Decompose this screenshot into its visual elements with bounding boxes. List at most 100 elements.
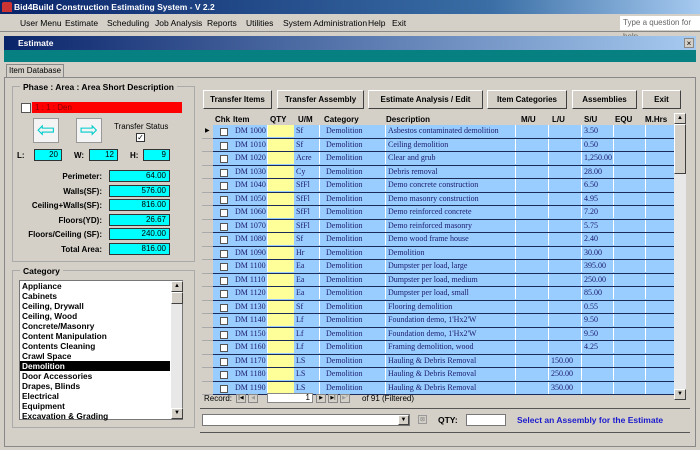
category-list[interactable]: Appliance Cabinets Ceiling, Drywall Ceiling… bbox=[19, 280, 183, 421]
table-row[interactable]: DM 1070 SfFl Demolition Demo reinforced mas… bbox=[213, 219, 675, 233]
table-row[interactable]: DM 1100 Ea Demolition Dumpster per load, la… bbox=[213, 260, 675, 274]
row-checkbox[interactable] bbox=[220, 317, 228, 325]
table-row[interactable]: DM 1150 Lf Demolition Foundation demo, 1'Hx… bbox=[213, 327, 675, 341]
scroll-thumb[interactable] bbox=[674, 124, 686, 174]
row-selector[interactable] bbox=[202, 179, 213, 193]
row-selector[interactable] bbox=[202, 246, 213, 260]
row-selector[interactable]: ▶ bbox=[202, 125, 213, 139]
table-row[interactable]: DM 1020 Acre Demolition Clear and grub 1,250… bbox=[213, 152, 675, 166]
assembly-select[interactable]: ▼ bbox=[202, 414, 410, 426]
table-row[interactable]: DM 1160 Lf Demolition Framing demolition, w… bbox=[213, 341, 675, 355]
transfer-assembly-button[interactable]: Transfer Assembly bbox=[277, 90, 364, 109]
menu-estimate[interactable]: Estimate bbox=[65, 18, 98, 28]
category-item[interactable]: Ceiling, Wood bbox=[20, 311, 170, 321]
chevron-down-icon[interactable]: ▼ bbox=[398, 415, 409, 425]
row-selector[interactable] bbox=[202, 273, 213, 287]
qty-input[interactable] bbox=[268, 341, 294, 353]
category-scrollbar[interactable]: ▲ ▼ bbox=[171, 281, 183, 419]
column-header[interactable]: S/U bbox=[584, 115, 597, 124]
row-checkbox[interactable] bbox=[220, 263, 228, 271]
grid-scrollbar[interactable]: ▲ ▼ bbox=[674, 113, 686, 400]
row-checkbox[interactable] bbox=[220, 168, 228, 177]
row-checkbox[interactable] bbox=[220, 195, 228, 204]
row-checkbox[interactable] bbox=[220, 384, 228, 393]
last-record-button[interactable]: ▶| bbox=[328, 394, 338, 403]
table-row[interactable]: DM 1170 LS Demolition Hauling & Debris Remo… bbox=[213, 354, 675, 368]
row-checkbox[interactable] bbox=[220, 276, 228, 285]
category-item[interactable]: Ceiling, Drywall bbox=[20, 301, 170, 311]
qty-input[interactable] bbox=[268, 152, 294, 164]
row-checkbox[interactable] bbox=[220, 155, 228, 163]
new-record-button[interactable]: ▶* bbox=[340, 394, 350, 403]
table-row[interactable]: DM 1050 SfFl Demolition Demo masonry constr… bbox=[213, 192, 675, 206]
previous-arrow-icon[interactable]: ⇦ bbox=[33, 118, 59, 143]
category-item[interactable]: Concrete/Masonry bbox=[20, 321, 170, 331]
first-record-button[interactable]: |◀ bbox=[236, 394, 246, 403]
row-checkbox[interactable] bbox=[220, 303, 228, 312]
category-item[interactable]: Equipment bbox=[20, 401, 170, 411]
category-item[interactable]: Excavation & Grading bbox=[20, 411, 170, 421]
previous-record-button[interactable]: ◀ bbox=[248, 394, 258, 403]
help-question-input[interactable]: Type a question for help bbox=[620, 16, 700, 41]
menu-utilities[interactable]: Utilities bbox=[246, 18, 273, 28]
column-header[interactable]: EQU bbox=[615, 115, 632, 124]
row-checkbox[interactable] bbox=[220, 357, 228, 366]
close-icon[interactable]: × bbox=[684, 38, 694, 48]
table-row[interactable]: DM 1000 Sf Demolition Asbestos contaminated… bbox=[213, 125, 675, 139]
row-checkbox[interactable] bbox=[220, 344, 228, 352]
category-item[interactable]: Cabinets bbox=[20, 291, 170, 301]
width-field[interactable]: 12 bbox=[89, 149, 118, 161]
qty-input[interactable] bbox=[268, 165, 294, 178]
table-row[interactable]: DM 1140 Lf Demolition Foundation demo, 1'Hx… bbox=[213, 314, 675, 328]
row-selector[interactable] bbox=[202, 152, 213, 166]
qty-input[interactable] bbox=[268, 192, 294, 205]
qty-input[interactable] bbox=[268, 125, 294, 137]
table-row[interactable]: DM 1030 Cy Demolition Debris removal 28.00 bbox=[213, 165, 675, 179]
qty-input[interactable] bbox=[268, 219, 294, 232]
row-checkbox[interactable] bbox=[220, 236, 228, 244]
menu-scheduling[interactable]: Scheduling bbox=[107, 18, 149, 28]
row-selector[interactable] bbox=[202, 354, 213, 368]
row-selector[interactable] bbox=[202, 287, 213, 301]
transfer-status-checkbox[interactable]: ✓ bbox=[136, 133, 145, 142]
menu-exit[interactable]: Exit bbox=[392, 18, 406, 28]
column-header[interactable]: Item bbox=[233, 115, 249, 124]
record-number-input[interactable]: 1 bbox=[267, 393, 313, 403]
table-row[interactable]: DM 1040 SfFl Demolition Demo concrete const… bbox=[213, 179, 675, 193]
qty-input[interactable] bbox=[268, 260, 294, 272]
menu-system-administration[interactable]: System Administration bbox=[283, 18, 367, 28]
qty-input[interactable] bbox=[268, 273, 294, 286]
column-header[interactable]: U/M bbox=[298, 115, 313, 124]
row-selector[interactable] bbox=[202, 381, 213, 395]
height-field[interactable]: 9 bbox=[143, 149, 170, 161]
category-item[interactable]: Drapes, Blinds bbox=[20, 381, 170, 391]
assembly-qty-input[interactable] bbox=[466, 414, 506, 426]
length-field[interactable]: 20 bbox=[34, 149, 62, 161]
row-checkbox[interactable] bbox=[220, 128, 228, 136]
table-row[interactable]: DM 1010 Sf Demolition Ceiling demolition 0.5… bbox=[213, 138, 675, 152]
category-item[interactable]: Door Accessories bbox=[20, 371, 170, 381]
qty-input[interactable] bbox=[268, 300, 294, 313]
assembly-icon[interactable]: ⊠ bbox=[418, 415, 427, 424]
table-row[interactable]: DM 1090 Hr Demolition Demolition 30.00 bbox=[213, 246, 675, 260]
column-header[interactable]: L/U bbox=[552, 115, 565, 124]
row-selector[interactable] bbox=[202, 368, 213, 382]
table-row[interactable]: DM 1110 Ea Demolition Dumpster per load, me… bbox=[213, 273, 675, 287]
category-item[interactable]: Demolition bbox=[20, 361, 170, 371]
menu-help[interactable]: Help bbox=[368, 18, 385, 28]
phase-checkbox[interactable] bbox=[21, 103, 31, 113]
qty-input[interactable] bbox=[268, 233, 294, 245]
table-row[interactable]: DM 1060 SfFl Demolition Demo reinforced con… bbox=[213, 206, 675, 220]
row-selector[interactable] bbox=[202, 314, 213, 328]
next-record-button[interactable]: ▶ bbox=[316, 394, 326, 403]
qty-input[interactable] bbox=[268, 246, 294, 259]
category-item[interactable]: Crawl Space bbox=[20, 351, 170, 361]
exit-button[interactable]: Exit bbox=[642, 90, 681, 109]
category-item[interactable]: Contents Cleaning bbox=[20, 341, 170, 351]
assemblies-button[interactable]: Assemblies bbox=[572, 90, 637, 109]
qty-input[interactable] bbox=[268, 327, 294, 340]
row-selector[interactable] bbox=[202, 219, 213, 233]
table-row[interactable]: DM 1120 Ea Demolition Dumpster per load, sm… bbox=[213, 287, 675, 301]
scroll-up-icon[interactable]: ▲ bbox=[674, 113, 686, 124]
qty-input[interactable] bbox=[268, 138, 294, 151]
